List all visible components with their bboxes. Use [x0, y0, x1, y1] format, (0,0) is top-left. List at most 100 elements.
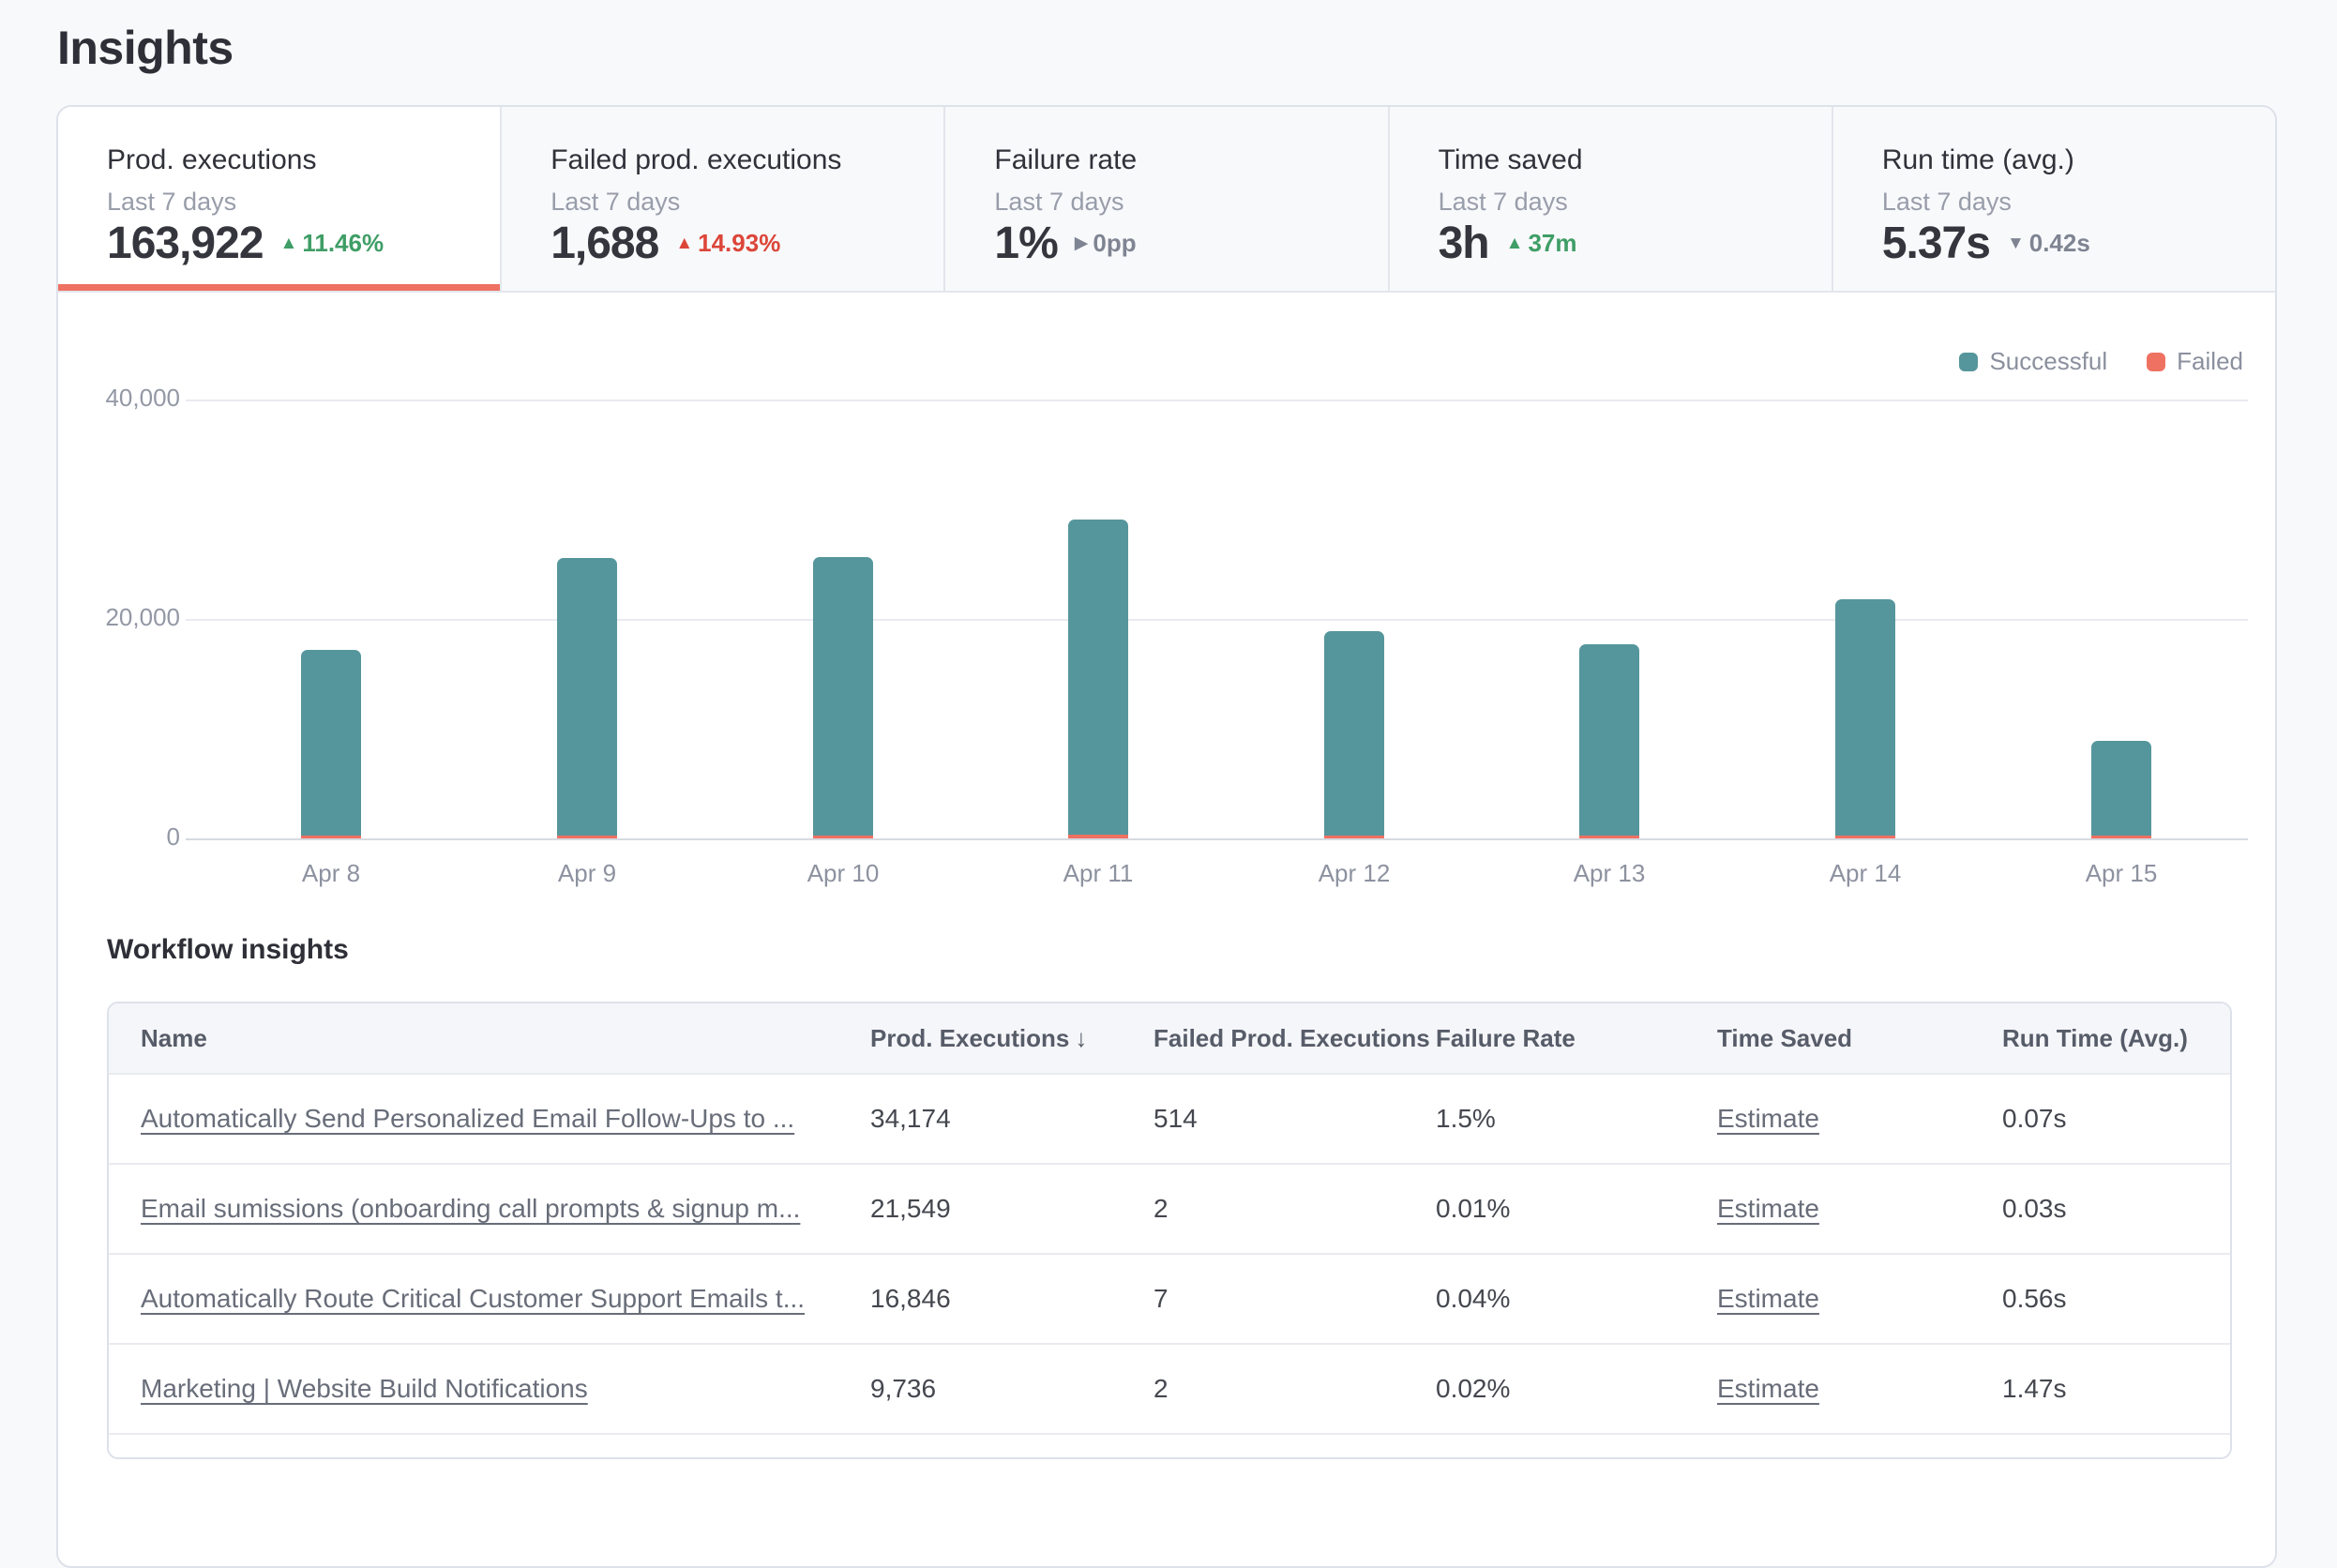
metric-card-delta: ▲37m: [1506, 229, 1577, 258]
x-axis-label-apr-8: Apr 8: [237, 859, 425, 888]
x-axis-label-apr-12: Apr 12: [1260, 859, 1448, 888]
metric-card-value: 1%: [994, 218, 1057, 269]
time-saved-estimate-link[interactable]: Estimate: [1717, 1104, 1847, 1134]
prod-executions-cell: 9,736: [870, 1374, 1153, 1404]
delta-text: 11.46%: [302, 229, 384, 258]
y-axis-tick-label: 40,000: [58, 384, 180, 413]
metric-card-value: 1,688: [550, 218, 658, 269]
prod-executions-cell: 34,174: [870, 1104, 1153, 1134]
metric-card-failure-rate[interactable]: Failure rateLast 7 days1%▶0pp: [945, 107, 1389, 293]
metric-card-period: Last 7 days: [107, 188, 477, 217]
metric-card-value: 3h: [1439, 218, 1489, 269]
metric-card-value: 163,922: [107, 218, 264, 269]
workflow-insights-table: NameProd. Executions↓Failed Prod. Execut…: [107, 1002, 2232, 1459]
bar-failed-segment: [301, 836, 361, 838]
bar-apr-10: [813, 557, 873, 838]
bar-successful-segment: [1324, 631, 1384, 836]
time-saved-estimate-link[interactable]: Estimate: [1717, 1374, 1847, 1404]
column-header-prod-executions[interactable]: Prod. Executions↓: [870, 1024, 1153, 1053]
failure-rate-cell: 0.02%: [1436, 1374, 1717, 1404]
metric-card-prod-executions[interactable]: Prod. executionsLast 7 days163,922▲11.46…: [58, 107, 502, 293]
bar-apr-8: [301, 650, 361, 838]
table-row: Automatically Route Critical Customer Su…: [109, 1253, 2230, 1343]
metric-card-title: Failure rate: [994, 144, 1365, 176]
bar-apr-13: [1579, 644, 1639, 838]
metric-card-delta: ▲14.93%: [675, 229, 780, 258]
column-header-label: Run Time (Avg.): [2002, 1024, 2188, 1053]
bar-apr-12: [1324, 631, 1384, 838]
table-row-partial: [109, 1433, 2230, 1457]
x-axis-label-apr-15: Apr 15: [2028, 859, 2215, 888]
failed-prod-executions-cell: 514: [1153, 1104, 1436, 1134]
bar-failed-segment: [1579, 836, 1639, 838]
time-saved-estimate-link[interactable]: Estimate: [1717, 1194, 1847, 1224]
delta-up-arrow-icon: ▲: [1506, 234, 1524, 254]
metric-card-value-row: 1% ▶0pp: [994, 218, 1136, 269]
failure-rate-cell: 0.04%: [1436, 1284, 1717, 1314]
bar-failed-segment: [2091, 836, 2151, 838]
metric-cards-row: Prod. executionsLast 7 days163,922▲11.46…: [58, 107, 2275, 293]
run-time-avg-cell: 1.47s: [2002, 1374, 2230, 1404]
run-time-avg-cell: 0.03s: [2002, 1194, 2230, 1224]
delta-right-arrow-icon: ▶: [1075, 233, 1089, 254]
insights-panel: Prod. executionsLast 7 days163,922▲11.46…: [56, 105, 2277, 1568]
executions-bar-chart: 40,00020,0000SuccessfulFailedApr 8Apr 9A…: [58, 293, 2275, 942]
column-header-failure-rate[interactable]: Failure Rate: [1436, 1024, 1717, 1053]
bar-failed-segment: [1835, 836, 1895, 838]
failure-rate-cell: 0.01%: [1436, 1194, 1717, 1224]
page-title: Insights: [57, 21, 234, 75]
bar-failed-segment: [1324, 836, 1384, 838]
metric-card-run-time-avg[interactable]: Run time (avg.)Last 7 days5.37s▼0.42s: [1833, 107, 2275, 293]
workflow-name-link[interactable]: Automatically Send Personalized Email Fo…: [141, 1104, 822, 1134]
workflow-insights-title: Workflow insights: [107, 934, 349, 966]
legend-item-successful[interactable]: Successful: [1959, 347, 2107, 376]
column-header-name[interactable]: Name: [141, 1024, 870, 1053]
bar-successful-segment: [557, 558, 617, 836]
delta-up-arrow-icon: ▲: [675, 234, 693, 254]
metric-card-period: Last 7 days: [1882, 188, 2253, 217]
column-header-label: Failed Prod. Executions: [1153, 1024, 1430, 1053]
delta-text: 0pp: [1093, 229, 1136, 258]
time-saved-estimate-link[interactable]: Estimate: [1717, 1284, 1847, 1314]
workflow-name-link[interactable]: Email sumissions (onboarding call prompt…: [141, 1194, 828, 1224]
metric-card-failed-prod-executions[interactable]: Failed prod. executions Last 7 days1,688 ▲…: [502, 107, 945, 293]
column-header-time-saved[interactable]: Time Saved: [1717, 1024, 2002, 1053]
delta-text: 14.93%: [698, 229, 780, 258]
workflow-name-link[interactable]: Automatically Route Critical Customer Su…: [141, 1284, 833, 1314]
failed-prod-executions-cell: 7: [1153, 1284, 1436, 1314]
gridline-40000: [186, 400, 2248, 401]
legend-label: Failed: [2177, 347, 2243, 376]
metric-card-period: Last 7 days: [550, 188, 921, 217]
table-row: Marketing | Website Build Notifications 9…: [109, 1343, 2230, 1433]
column-header-failed-prod-executions[interactable]: Failed Prod. Executions: [1153, 1024, 1436, 1053]
metric-card-delta: ▼0.42s: [2007, 229, 2090, 258]
metric-card-delta: ▲11.46%: [280, 229, 384, 258]
legend-item-failed[interactable]: Failed: [2147, 347, 2243, 376]
gridline-20000: [186, 619, 2248, 621]
metric-card-delta: ▶0pp: [1075, 229, 1137, 258]
failed-prod-executions-cell: 2: [1153, 1374, 1436, 1404]
bar-successful-segment: [301, 650, 361, 836]
metric-card-time-saved[interactable]: Time savedLast 7 days3h▲37m: [1390, 107, 1833, 293]
metric-card-value-row: 163,922 ▲11.46%: [107, 218, 384, 269]
workflow-name-link[interactable]: Marketing | Website Build Notifications: [141, 1374, 616, 1404]
metric-card-value-row: 5.37s ▼0.42s: [1882, 218, 2090, 269]
failure-rate-cell: 1.5%: [1436, 1104, 1717, 1134]
bar-apr-9: [557, 558, 617, 838]
prod-executions-cell: 16,846: [870, 1284, 1153, 1314]
metric-card-title: Failed prod. executions: [550, 144, 921, 176]
metric-card-title: Time saved: [1439, 144, 1809, 176]
column-header-label: Prod. Executions: [870, 1024, 1069, 1053]
metric-card-value: 5.37s: [1882, 218, 1990, 269]
y-axis-tick-label: 0: [58, 822, 180, 852]
bar-failed-segment: [1068, 835, 1128, 838]
legend-swatch-failed: [2147, 353, 2165, 371]
delta-text: 37m: [1528, 229, 1576, 258]
gridline-0: [186, 838, 2248, 840]
legend-swatch-successful: [1959, 353, 1978, 371]
table-body: Automatically Send Personalized Email Fo…: [109, 1073, 2230, 1457]
y-axis-tick-label: 20,000: [58, 603, 180, 632]
column-header-run-time-avg[interactable]: Run Time (Avg.): [2002, 1024, 2230, 1053]
metric-card-value-row: 3h ▲37m: [1439, 218, 1577, 269]
x-axis-label-apr-14: Apr 14: [1772, 859, 1959, 888]
